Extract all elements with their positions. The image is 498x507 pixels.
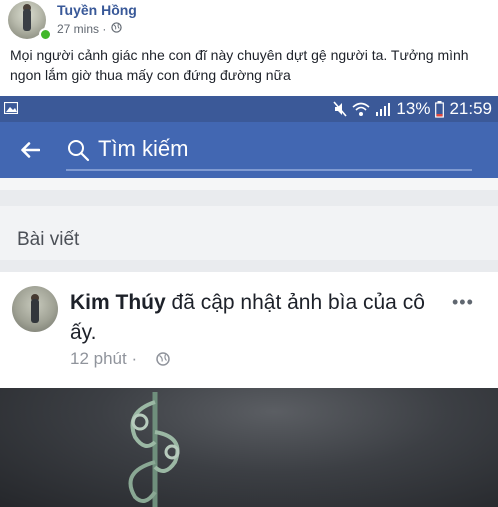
globe-icon xyxy=(111,22,122,33)
battery-percent: 13% xyxy=(396,99,431,118)
post-timestamp[interactable]: 27 mins · xyxy=(57,22,106,36)
wifi-icon xyxy=(352,102,370,116)
ornament-decoration xyxy=(128,392,180,507)
mute-icon xyxy=(333,101,348,117)
globe-icon xyxy=(156,352,170,366)
search-input[interactable]: Tìm kiếm xyxy=(98,136,188,162)
back-arrow-icon[interactable] xyxy=(20,142,40,158)
cover-photo[interactable] xyxy=(0,388,498,507)
search-underline xyxy=(66,169,472,171)
card-timestamp[interactable]: 12 phút · xyxy=(70,349,137,369)
image-icon xyxy=(4,102,18,114)
battery-icon xyxy=(435,100,445,118)
more-options-icon[interactable]: ••• xyxy=(452,292,474,313)
status-bar: 13% 21:59 xyxy=(0,96,498,122)
status-icons: 13% 21:59 xyxy=(333,99,492,119)
signal-icon xyxy=(376,103,391,116)
section-title: Bài viết xyxy=(17,229,80,250)
card-author-name[interactable]: Kim Thúy xyxy=(70,291,166,314)
card-headline: Kim Thúy đã cập nhật ảnh bìa của cô ấy. xyxy=(70,288,450,348)
search-icon xyxy=(68,140,90,162)
search-navbar: Tìm kiếm xyxy=(0,122,498,178)
post-author-name[interactable]: Tuyền Hồng xyxy=(57,2,137,18)
clock: 21:59 xyxy=(449,99,492,118)
online-status-dot xyxy=(39,28,52,41)
post-caption: Mọi người cảnh giác nhe con đĩ này chuyê… xyxy=(10,47,469,83)
card-avatar[interactable] xyxy=(12,286,58,332)
tab-strip xyxy=(0,178,498,190)
post-card[interactable]: Kim Thúy đã cập nhật ảnh bìa của cô ấy. … xyxy=(0,272,498,388)
embedded-screenshot: 13% 21:59 Tìm kiếm Bài viết Kim Thúy đã xyxy=(0,96,498,507)
